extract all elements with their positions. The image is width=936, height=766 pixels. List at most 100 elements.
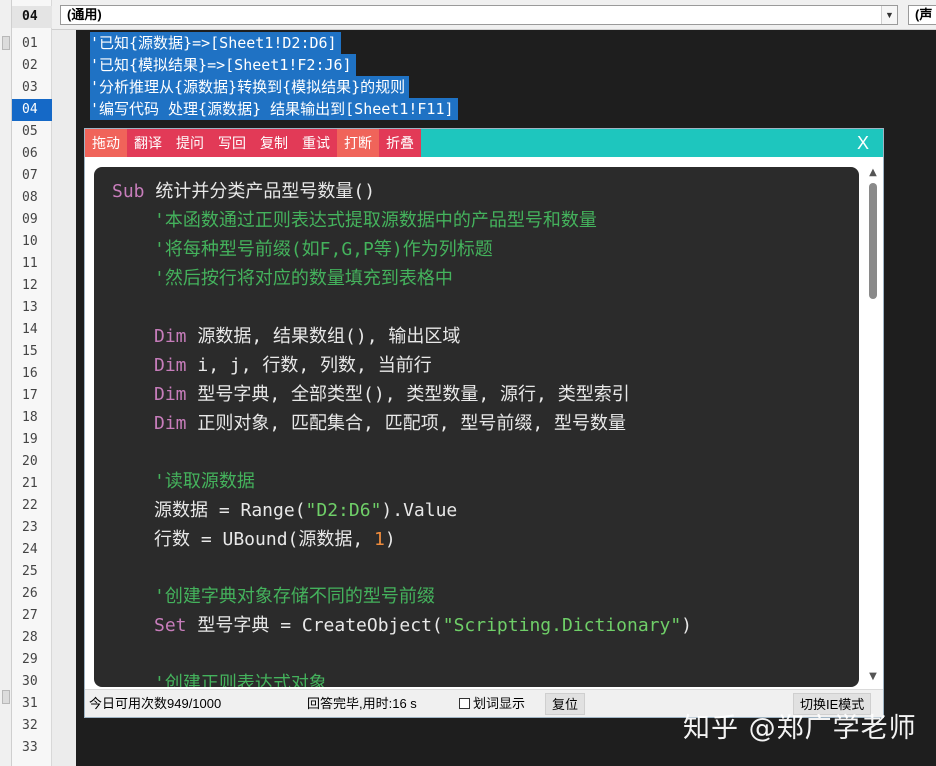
line-number: 06	[22, 146, 38, 161]
code-keyword: Dim	[154, 384, 187, 405]
line-number: 25	[22, 564, 38, 579]
object-dropdown-value: (通用)	[67, 7, 102, 22]
line-number: 23	[22, 520, 38, 535]
code-line: Dim 正则对象, 匹配集合, 匹配项, 型号前缀, 型号数量	[154, 411, 626, 437]
code-keyword: Set	[154, 615, 187, 636]
code-text: ).Value	[381, 500, 458, 521]
line-number: 04	[12, 99, 52, 121]
selected-code-line[interactable]: '编写代码 处理{源数据} 结果输出到[Sheet1!F11]	[90, 98, 458, 120]
line-number: 19	[22, 432, 38, 447]
line-number: 03	[22, 80, 38, 95]
line-number: 05	[22, 124, 38, 139]
line-number: 16	[22, 366, 38, 381]
line-number: 21	[22, 476, 38, 491]
code-line: Dim 型号字典, 全部类型(), 类型数量, 源行, 类型索引	[154, 382, 630, 408]
toolbar-button[interactable]: 打断	[337, 129, 379, 157]
object-dropdown[interactable]: (通用) ▼	[60, 5, 898, 25]
line-number: 24	[22, 542, 38, 557]
answer-status: 回答完毕,用时:16 s	[307, 696, 417, 711]
line-number: 07	[22, 168, 38, 183]
selected-code-line[interactable]: '已知{模拟结果}=>[Sheet1!F2:J6]	[90, 54, 356, 76]
line-number: 17	[22, 388, 38, 403]
code-text: 源数据 = Range(	[154, 500, 306, 521]
line-number: 22	[22, 498, 38, 513]
line-number: 32	[22, 718, 38, 733]
code-text: 行数 = UBound(源数据,	[154, 529, 375, 550]
line-number: 29	[22, 652, 38, 667]
scroll-up-arrow-icon[interactable]: ▲	[867, 167, 879, 179]
code-number: 1	[374, 529, 385, 550]
line-number: 26	[22, 586, 38, 601]
code-keyword: Sub	[112, 181, 145, 202]
selected-code-line[interactable]: '已知{源数据}=>[Sheet1!D2:D6]	[90, 32, 341, 54]
ai-assistant-panel: X 拖动 翻译 提问 写回 复制 重试 打断 折叠 Sub 统计并分类产品型号数量() '本函…	[84, 128, 884, 718]
line-number: 15	[22, 344, 38, 359]
code-string: "D2:D6"	[305, 500, 382, 521]
code-text: 正则对象, 匹配集合, 匹配项, 型号前缀, 型号数量	[186, 413, 627, 434]
toolbar-button[interactable]: 翻译	[127, 129, 169, 157]
code-comment: '然后按行将对应的数量填充到表格中	[154, 268, 453, 289]
watermark: 知乎 @郑广学老师	[683, 713, 917, 744]
code-keyword: Dim	[154, 326, 187, 347]
code-text: i, j, 行数, 列数, 当前行	[186, 355, 432, 376]
scrollbar-thumb[interactable]	[869, 183, 877, 299]
scroll-down-arrow-icon[interactable]: ▼	[867, 671, 879, 683]
code-comment: '将每种型号前缀(如F,G,P等)作为列标题	[154, 239, 493, 260]
code-keyword: Dim	[154, 355, 187, 376]
answer-code-box[interactable]: Sub 统计并分类产品型号数量() '本函数通过正则表达式提取源数据中的产品型号…	[94, 167, 859, 687]
toolbar-button[interactable]: 复制	[253, 129, 295, 157]
line-number: 33	[22, 740, 38, 755]
edge-nub	[2, 690, 10, 704]
code-text: 统计并分类产品型号数量()	[144, 181, 376, 202]
line-number: 02	[22, 58, 38, 73]
edge-nub	[2, 36, 10, 50]
line-number: 20	[22, 454, 38, 469]
close-button[interactable]: X	[857, 129, 869, 157]
line-number: 08	[22, 190, 38, 205]
code-line: Dim i, j, 行数, 列数, 当前行	[154, 353, 432, 379]
line-number: 14	[22, 322, 38, 337]
procedure-dropdown[interactable]: (声明)	[908, 5, 936, 25]
code-comment: '创建正则表达式对象	[154, 673, 327, 687]
code-line: Dim 源数据, 结果数组(), 输出区域	[154, 324, 460, 350]
code-comment: '本函数通过正则表达式提取源数据中的产品型号和数量	[154, 210, 597, 231]
line-number: 01	[22, 36, 38, 51]
line-number: 31	[22, 696, 38, 711]
code-line: 源数据 = Range("D2:D6").Value	[154, 498, 457, 524]
line-number: 18	[22, 410, 38, 425]
line-number: 13	[22, 300, 38, 315]
line-number: 11	[22, 256, 38, 271]
line-number-gutter: 04 01 02 03 04 05 06 07 08 09 10 11 12 13 14 15 16 17 18 1…	[12, 0, 52, 766]
code-text: )	[384, 529, 396, 550]
panel-toolbar: X 拖动 翻译 提问 写回 复制 重试 打断 折叠	[85, 129, 883, 157]
chevron-down-icon[interactable]: ▼	[881, 6, 897, 24]
toolbar-button[interactable]: 提问	[169, 129, 211, 157]
selected-code-line[interactable]: '分析推理从{源数据}转换到{模拟结果}的规则	[90, 76, 410, 98]
reset-button[interactable]: 复位	[545, 693, 586, 715]
code-text: 型号字典, 全部类型(), 类型数量, 源行, 类型索引	[186, 384, 630, 405]
code-text: )	[681, 615, 693, 636]
line-number: 28	[22, 630, 38, 645]
line-number: 27	[22, 608, 38, 623]
procedure-dropdown-value: (声明)	[915, 7, 933, 22]
code-line: Set 型号字典 = CreateObject("Scripting.Dicti…	[154, 613, 692, 639]
code-text: 型号字典 = CreateObject(	[186, 615, 443, 636]
code-string: "Scripting.Dictionary"	[442, 615, 682, 636]
toolbar-button[interactable]: 写回	[211, 129, 253, 157]
word-display-label: 划词显示	[473, 696, 526, 711]
toolbar-button[interactable]: 折叠	[379, 129, 421, 157]
word-display-toggle[interactable]: 划词显示	[459, 690, 525, 718]
checkbox-icon[interactable]	[459, 698, 470, 709]
line-number: 12	[22, 278, 38, 293]
code-window-combo-bar: (通用) ▼ (声明)	[52, 0, 936, 30]
code-line: Sub 统计并分类产品型号数量()	[112, 179, 375, 205]
toolbar-button[interactable]: 重试	[295, 129, 337, 157]
code-text: 源数据, 结果数组(), 输出区域	[186, 326, 461, 347]
usage-count: 今日可用次数949/1000	[89, 696, 222, 711]
code-comment: '读取源数据	[154, 471, 255, 492]
line-number: 30	[22, 674, 38, 689]
panel-scrollbar[interactable]: ▲ ▼	[865, 165, 881, 687]
current-line-indicator: 04	[12, 6, 52, 28]
code-comment: '创建字典对象存储不同的型号前缀	[154, 586, 435, 607]
toolbar-button[interactable]: 拖动	[85, 129, 127, 157]
